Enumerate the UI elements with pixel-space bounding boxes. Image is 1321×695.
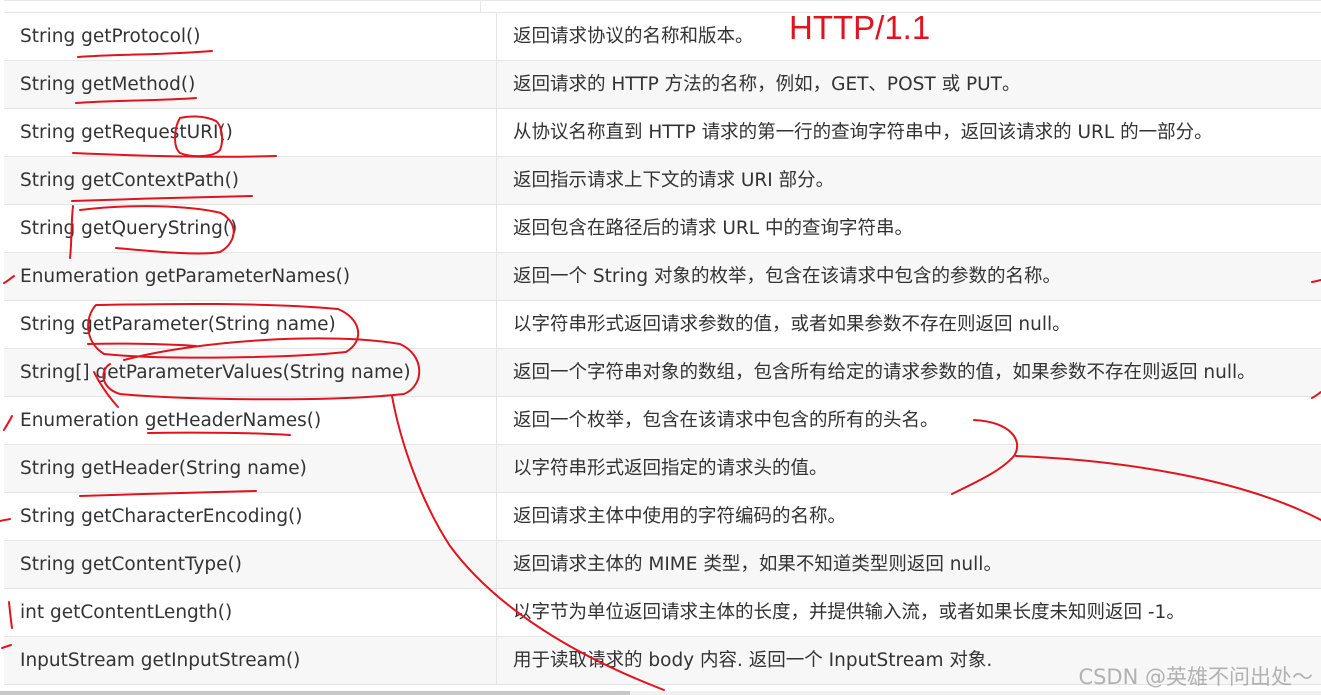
- method-description: 返回请求的 HTTP 方法的名称，例如，GET、POST 或 PUT。: [496, 60, 1321, 109]
- method-description: 以字符串形式返回指定的请求头的值。: [496, 444, 1321, 493]
- table-row: String getQueryString() 返回包含在路径后的请求 URL 中…: [4, 204, 1321, 253]
- method-description: 返回一个 String 对象的枚举，包含在该请求中包含的参数的名称。: [496, 252, 1321, 301]
- table-row: String getProtocol() 返回请求协议的名称和版本。: [4, 13, 1321, 61]
- method-description: 返回请求主体的 MIME 类型，如果不知道类型则返回 null。: [496, 540, 1321, 589]
- table-row: String getMethod() 返回请求的 HTTP 方法的名称，例如，GE…: [4, 60, 1321, 109]
- method-signature: String getRequestURI(): [4, 108, 497, 157]
- method-description: 从协议名称直到 HTTP 请求的第一行的查询字符串中，返回该请求的 URL 的一…: [496, 108, 1321, 157]
- method-signature: String getHeader(String name): [4, 444, 497, 493]
- table-row: String getRequestURI() 从协议名称直到 HTTP 请求的第一…: [4, 108, 1321, 157]
- horizontal-scrollbar[interactable]: [0, 691, 1321, 695]
- method-signature: String getParameter(String name): [4, 300, 497, 349]
- method-description: 返回包含在路径后的请求 URL 中的查询字符串。: [496, 204, 1321, 253]
- csdn-watermark: CSDN @英雄不问出处～: [1078, 665, 1313, 689]
- method-description: 返回指示请求上下文的请求 URI 部分。: [496, 156, 1321, 205]
- table-row: String getContentType() 返回请求主体的 MIME 类型，如…: [4, 540, 1321, 589]
- table-row: String getCharacterEncoding() 返回请求主体中使用的字…: [4, 492, 1321, 541]
- table-top-strip: [4, 0, 1321, 13]
- table-row: Enumeration getParameterNames() 返回一个 Stri…: [4, 252, 1321, 301]
- method-description: 返回一个枚举，包含在该请求中包含的所有的头名。: [496, 396, 1321, 445]
- table-body: String getProtocol() 返回请求协议的名称和版本。 String …: [4, 13, 1321, 685]
- method-signature: String getProtocol(): [4, 13, 497, 61]
- method-signature: String getMethod(): [4, 60, 497, 109]
- method-description: 返回请求主体中使用的字符编码的名称。: [496, 492, 1321, 541]
- table-row: String[] getParameterValues(String name)…: [4, 348, 1321, 397]
- method-signature: Enumeration getHeaderNames(): [4, 396, 497, 445]
- method-signature: String[] getParameterValues(String name): [4, 348, 497, 397]
- handwritten-note: HTTP/1.1: [789, 9, 931, 46]
- method-signature: int getContentLength(): [4, 588, 497, 637]
- method-signature: String getQueryString(): [4, 204, 497, 253]
- method-description: 返回一个字符串对象的数组，包含所有给定的请求参数的值，如果参数不存在则返回 nu…: [496, 348, 1321, 397]
- method-signature: String getContentType(): [4, 540, 497, 589]
- scrollbar-thumb[interactable]: [0, 691, 630, 695]
- table-row: String getParameter(String name) 以字符串形式返回…: [4, 300, 1321, 349]
- method-signature: String getCharacterEncoding(): [4, 492, 497, 541]
- column-divider: [480, 1, 481, 12]
- table-row: Enumeration getHeaderNames() 返回一个枚举，包含在该请…: [4, 396, 1321, 445]
- table-row: int getContentLength() 以字节为单位返回请求主体的长度，并提…: [4, 588, 1321, 637]
- method-signature: Enumeration getParameterNames(): [4, 252, 497, 301]
- table-row: String getHeader(String name) 以字符串形式返回指定的…: [4, 444, 1321, 493]
- request-methods-table: String getProtocol() 返回请求协议的名称和版本。 String …: [4, 13, 1321, 685]
- method-signature: String getContextPath(): [4, 156, 497, 205]
- method-description: 以字节为单位返回请求主体的长度，并提供输入流，或者如果长度未知则返回 -1。: [496, 588, 1321, 637]
- method-description: 以字符串形式返回请求参数的值，或者如果参数不存在则返回 null。: [496, 300, 1321, 349]
- method-signature: InputStream getInputStream(): [4, 636, 497, 685]
- table-row: String getContextPath() 返回指示请求上下文的请求 URI …: [4, 156, 1321, 205]
